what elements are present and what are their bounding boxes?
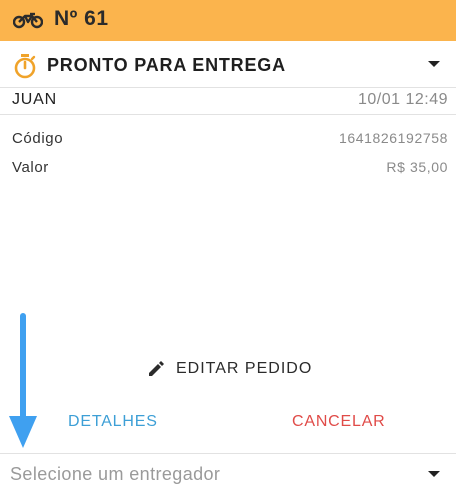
down-arrow-icon <box>9 313 37 448</box>
chevron-down-icon[interactable] <box>428 61 440 67</box>
courier-select-placeholder: Selecione um entregador <box>10 464 221 484</box>
details-button[interactable]: DETALHES <box>68 413 158 431</box>
order-header: Nº 61 <box>0 0 456 41</box>
cancel-button[interactable]: CANCELAR <box>292 413 386 431</box>
status-label: PRONTO PARA ENTREGA <box>47 55 286 75</box>
field-value: R$ 35,00 <box>386 159 448 175</box>
motorcycle-icon <box>13 12 43 29</box>
order-datetime: 10/01 12:49 <box>357 91 448 108</box>
field-key: Valor <box>12 159 49 176</box>
edit-order-button[interactable]: EDITAR PEDIDO <box>147 358 312 380</box>
field-value: 1641826192758 <box>338 130 448 146</box>
customer-row: JUAN 10/01 12:49 <box>0 88 456 115</box>
courier-select[interactable]: Selecione um entregador <box>0 453 456 496</box>
field-key: Código <box>12 130 64 147</box>
stopwatch-icon <box>14 54 36 79</box>
order-number: Nº 61 <box>54 7 109 30</box>
customer-name: JUAN <box>12 91 57 108</box>
edit-order-label: EDITAR PEDIDO <box>176 360 313 377</box>
status-dropdown[interactable]: PRONTO PARA ENTREGA <box>0 41 456 88</box>
chevron-down-icon[interactable] <box>428 471 440 477</box>
pencil-icon <box>149 361 164 376</box>
